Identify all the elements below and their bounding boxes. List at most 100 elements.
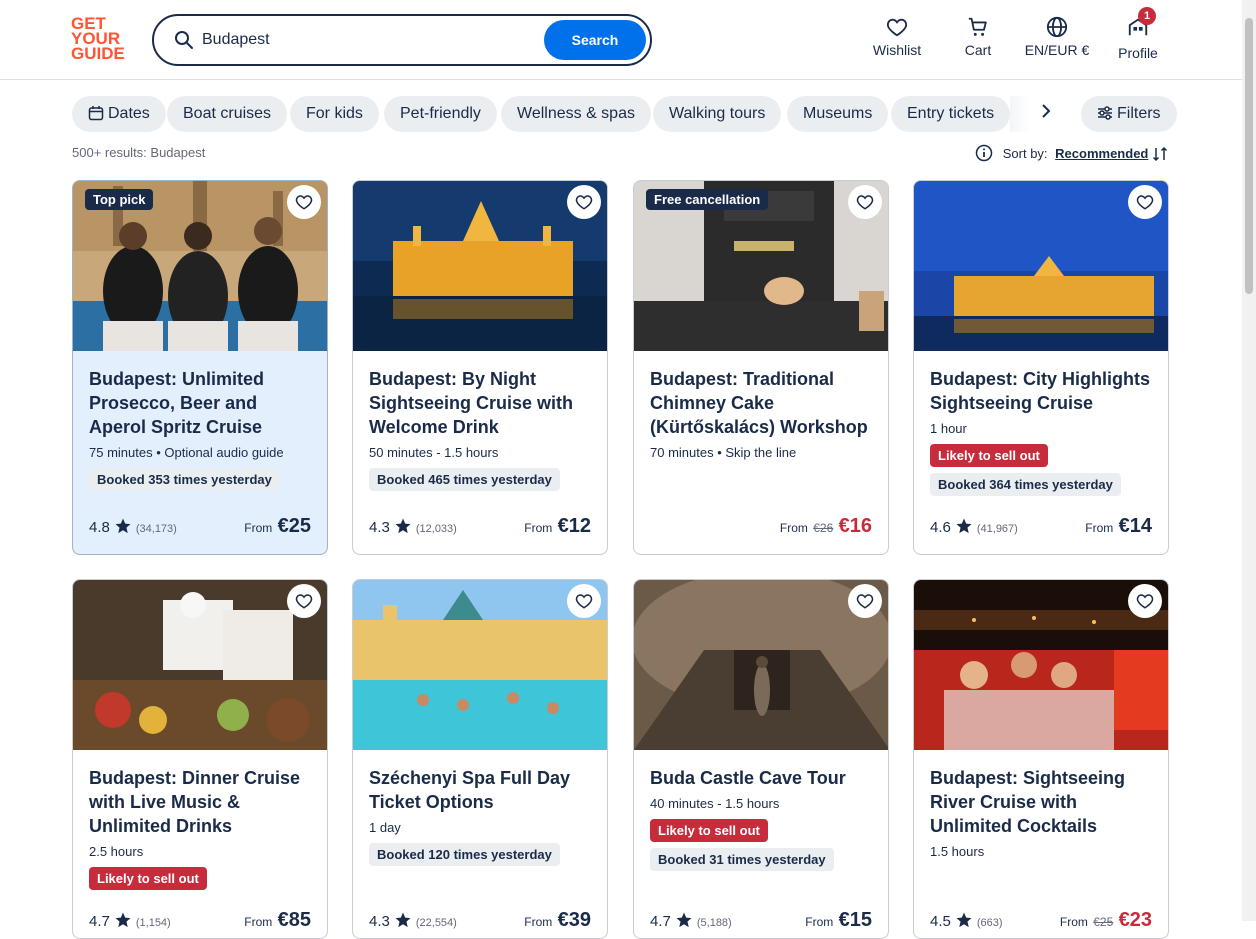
activity-title[interactable]: Budapest: Dinner Cruise with Live Music … (89, 766, 313, 838)
activity-card[interactable]: Free cancellation Budapest: Traditional … (633, 180, 889, 555)
activity-meta: 70 minutes • Skip the line (650, 445, 797, 460)
activity-card[interactable]: Budapest: Dinner Cruise with Live Music … (72, 579, 328, 939)
activity-title[interactable]: Budapest: Traditional Chimney Cake (Kürt… (650, 367, 874, 439)
activity-title[interactable]: Budapest: City Highlights Sightseeing Cr… (930, 367, 1154, 415)
search-button[interactable]: Search (544, 20, 646, 60)
star-icon (395, 518, 411, 534)
cart-link[interactable]: Cart (958, 16, 998, 64)
filter-chip-label: Walking tours (669, 105, 766, 122)
add-to-wishlist-button[interactable] (848, 185, 882, 219)
globe-icon (1046, 16, 1068, 38)
booked-count: Booked 120 times yesterday (369, 843, 560, 866)
filter-chip-label: For kids (306, 105, 363, 122)
cart-icon (968, 17, 987, 36)
filter-chip-for-kids[interactable]: For kids (290, 96, 379, 132)
add-to-wishlist-button[interactable] (1128, 185, 1162, 219)
sort-value[interactable]: Recommended (1055, 146, 1148, 161)
logo-line: GUIDE (71, 44, 125, 63)
activity-card[interactable]: Budapest: By Night Sightseeing Cruise wi… (352, 180, 608, 555)
price: From €14 (1085, 515, 1152, 538)
price-amount: €14 (1118, 515, 1152, 537)
cart-label: Cart (964, 42, 992, 58)
heart-icon (295, 594, 313, 609)
page-scrollbar[interactable] (1242, 0, 1256, 921)
rating-value: 4.3 (369, 913, 390, 930)
search-icon (175, 31, 193, 49)
getyourguide-logo[interactable]: GET YOUR GUIDE (71, 15, 131, 64)
profile-link[interactable]: 1 Profile (1116, 7, 1160, 64)
sliders-icon (1098, 106, 1112, 120)
review-count: (41,967) (976, 523, 1018, 535)
filter-chip-wellness-spas[interactable]: Wellness & spas (501, 96, 651, 132)
activity-meta: 40 minutes - 1.5 hours (650, 796, 780, 811)
add-to-wishlist-button[interactable] (848, 584, 882, 618)
price-amount: €12 (557, 515, 591, 537)
activity-meta: 75 minutes • Optional audio guide (89, 445, 284, 460)
activity-meta: 2.5 hours (89, 844, 144, 859)
chevron-right-icon (1042, 104, 1051, 118)
star-icon (676, 912, 692, 928)
activity-card[interactable]: Budapest: City Highlights Sightseeing Cr… (913, 180, 1169, 555)
review-count: (12,033) (415, 523, 457, 535)
rating: 4.3 (12,033) (369, 517, 457, 536)
activity-card[interactable]: Budapest: Sightseeing River Cruise with … (913, 579, 1169, 939)
price-amount: €16 (838, 515, 872, 537)
sort-arrows-icon (1152, 146, 1168, 162)
review-count: (5,188) (696, 917, 732, 929)
notification-badge: 1 (1138, 7, 1156, 25)
price-from: From (779, 521, 808, 535)
add-to-wishlist-button[interactable] (567, 584, 601, 618)
activity-title[interactable]: Budapest: Unlimited Prosecco, Beer and A… (89, 367, 313, 439)
filter-chip-entry-tickets[interactable]: Entry tickets (891, 96, 1011, 132)
review-count: (22,554) (415, 917, 457, 929)
rating: 4.6 (41,967) (930, 517, 1018, 536)
activity-title[interactable]: Budapest: Sightseeing River Cruise with … (930, 766, 1154, 838)
likely-to-sell-out-badge: Likely to sell out (89, 867, 207, 890)
heart-icon (1136, 594, 1154, 609)
header: GET YOUR GUIDE Search Wishlist Cart EN/E… (0, 0, 1242, 80)
heart-icon (575, 195, 593, 210)
sort-control[interactable]: Sort by: Recommended (975, 144, 1168, 162)
language-currency-label: EN/EUR € (1024, 42, 1090, 58)
top-pick-badge: Top pick (85, 189, 154, 210)
filter-chip-museums[interactable]: Museums (787, 96, 889, 132)
wishlist-link[interactable]: Wishlist (872, 16, 922, 64)
rating-value: 4.6 (930, 519, 951, 536)
language-currency-link[interactable]: EN/EUR € (1024, 16, 1090, 64)
scrollbar-thumb[interactable] (1245, 18, 1253, 294)
booked-count: Booked 353 times yesterday (89, 468, 280, 491)
star-icon (956, 518, 972, 534)
activity-title[interactable]: Széchenyi Spa Full Day Ticket Options (369, 766, 593, 814)
booked-count: Booked 364 times yesterday (930, 473, 1121, 496)
search-input[interactable] (200, 26, 530, 54)
price-amount: €15 (838, 909, 872, 931)
info-icon[interactable] (975, 144, 993, 162)
activity-title[interactable]: Buda Castle Cave Tour (650, 766, 874, 790)
free-cancellation-badge: Free cancellation (646, 189, 769, 210)
add-to-wishlist-button[interactable] (567, 185, 601, 219)
filter-chip-pet-friendly[interactable]: Pet-friendly (384, 96, 497, 132)
activity-title[interactable]: Budapest: By Night Sightseeing Cruise wi… (369, 367, 593, 439)
filters-button[interactable]: Filters (1081, 96, 1177, 132)
activity-card[interactable]: Széchenyi Spa Full Day Ticket Options 1 … (352, 579, 608, 939)
activity-card[interactable]: Top pick Budapest: Unlimited Prosecco, B… (72, 180, 328, 555)
filter-chip-walking-tours[interactable]: Walking tours (653, 96, 782, 132)
activity-meta: 1 hour (930, 421, 967, 436)
rating-value: 4.7 (89, 913, 110, 930)
add-to-wishlist-button[interactable] (287, 584, 321, 618)
likely-to-sell-out-badge: Likely to sell out (650, 819, 768, 842)
filter-chip-boat-cruises[interactable]: Boat cruises (167, 96, 288, 132)
activity-meta: 1.5 hours (930, 844, 985, 859)
activity-meta: 1 day (369, 820, 401, 835)
heart-icon (295, 195, 313, 210)
star-icon (956, 912, 972, 928)
activity-card[interactable]: Buda Castle Cave Tour 40 minutes - 1.5 h… (633, 579, 889, 939)
filter-chip-dates[interactable]: Dates (72, 96, 166, 132)
search-bar: Search (152, 14, 652, 66)
price-from: From (244, 521, 273, 535)
review-count: (34,173) (135, 523, 177, 535)
add-to-wishlist-button[interactable] (287, 185, 321, 219)
scroll-chips-right-button[interactable] (1028, 96, 1064, 132)
filter-chip-label: Museums (803, 105, 873, 122)
add-to-wishlist-button[interactable] (1128, 584, 1162, 618)
